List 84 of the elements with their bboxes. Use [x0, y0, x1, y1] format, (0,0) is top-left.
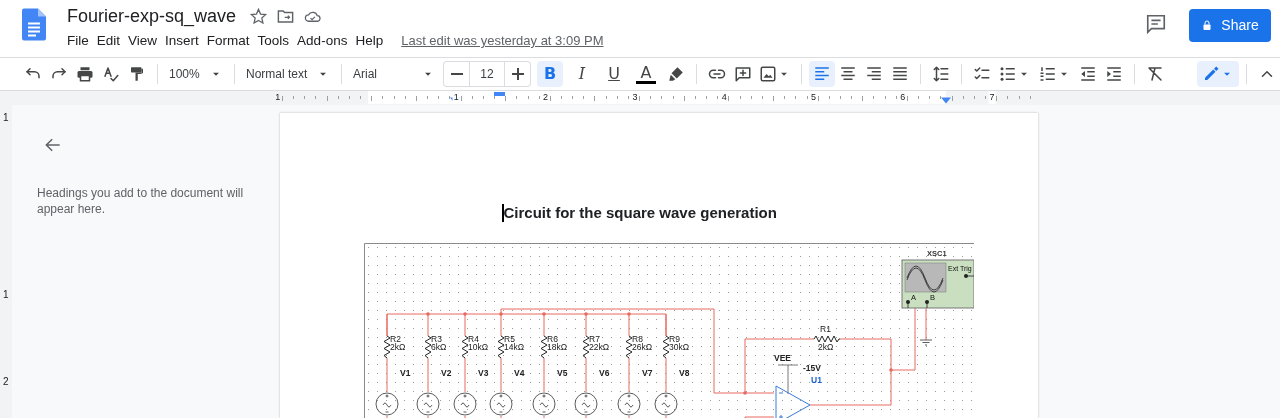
bulleted-list-icon — [999, 65, 1017, 83]
resistor-label: R2 — [390, 333, 401, 344]
source-label: V8 — [679, 367, 690, 378]
increase-indent-icon — [1105, 65, 1123, 83]
minus-icon — [450, 73, 463, 75]
resistor-value: 26kΩ — [632, 341, 653, 352]
resistor-value: 22kΩ — [589, 341, 610, 352]
source-label: V3 — [478, 367, 489, 378]
menu-item[interactable]: Help — [351, 31, 388, 52]
share-button[interactable]: Share — [1189, 9, 1271, 42]
resistor-label: R9 — [669, 333, 680, 344]
menu-item[interactable]: File — [63, 31, 93, 52]
add-comment-icon — [734, 65, 752, 83]
bold-button[interactable]: B — [537, 61, 563, 87]
ruler-number: 2 — [3, 377, 9, 387]
align-icon — [865, 65, 883, 83]
image-icon — [759, 65, 777, 83]
resistor-value: 18kΩ — [547, 341, 568, 352]
menu-item[interactable]: Insert — [161, 31, 203, 52]
source-label: V1 — [400, 367, 411, 378]
italic-button[interactable]: I — [569, 61, 595, 87]
menu-item[interactable]: Tools — [253, 31, 294, 52]
resistor-label: R7 — [589, 333, 600, 344]
font-size-field[interactable]: 12 — [469, 61, 505, 87]
supply-label: VEE — [774, 352, 791, 363]
last-edit-link[interactable]: Last edit was yesterday at 3:09 PM — [401, 31, 604, 51]
source-label: V4 — [514, 367, 525, 378]
resistor-value: 14kΩ — [504, 341, 525, 352]
menu-item[interactable]: Edit — [92, 31, 125, 52]
menu-item[interactable]: Format — [202, 31, 254, 52]
resistor-label: R5 — [504, 333, 515, 344]
highlighter-icon — [667, 65, 685, 83]
decrease-indent-icon — [1079, 65, 1097, 83]
comment-icon — [1145, 13, 1167, 35]
pencil-icon — [1202, 65, 1220, 83]
supply-value: -15V — [803, 362, 821, 373]
resistor-value: 2kΩ — [818, 341, 834, 352]
outline-hint-text: Headings you add to the document will appear here. — [37, 185, 245, 217]
docs-logo-icon — [22, 8, 46, 41]
align-icon — [813, 65, 831, 83]
first-line-indent-marker-icon — [494, 92, 505, 96]
spellcheck-icon — [102, 65, 120, 83]
resistor-label: R6 — [547, 333, 558, 344]
increase-size-button[interactable] — [505, 61, 531, 87]
resistor-value: 10kΩ — [468, 341, 489, 352]
text-color-button[interactable]: A — [633, 61, 659, 87]
align-icon — [839, 65, 857, 83]
document-heading: Circuit for the square wave generation — [503, 203, 777, 223]
paint-roller-icon — [128, 65, 146, 83]
align-icon — [891, 65, 909, 83]
resistor-label: R4 — [468, 333, 479, 344]
numbered-list-icon — [1039, 65, 1057, 83]
resistor-label: R1 — [820, 323, 831, 334]
menu-item[interactable]: View — [124, 31, 162, 52]
editing-mode-button[interactable] — [1197, 61, 1239, 87]
clear-formatting-icon — [1146, 65, 1164, 83]
zoom-dropdown[interactable]: 100% — [165, 61, 227, 87]
text-cursor — [502, 204, 504, 223]
ruler-number: 1 — [452, 91, 460, 104]
resistor-value: 2kΩ — [390, 341, 406, 352]
resistor-value: 30kΩ — [669, 341, 690, 352]
resistor-label: R3 — [431, 333, 442, 344]
source-label: V7 — [642, 367, 653, 378]
align-left-button[interactable] — [809, 61, 835, 87]
opamp-label: U1 — [811, 374, 822, 385]
source-label: V5 — [557, 367, 568, 378]
source-label: V6 — [599, 367, 610, 378]
resistor-label: R8 — [632, 333, 643, 344]
style-dropdown[interactable]: Normal text — [242, 61, 334, 87]
ruler-number: 7 — [988, 91, 996, 104]
source-label: V2 — [441, 367, 452, 378]
lock-icon — [1201, 19, 1214, 32]
plus-icon — [511, 68, 524, 80]
font-dropdown[interactable]: Arial — [349, 61, 439, 87]
star-icon — [249, 6, 269, 26]
resistor-value: 6kΩ — [431, 341, 447, 352]
line-spacing-icon — [932, 65, 950, 83]
print-icon — [76, 65, 94, 83]
document-title[interactable]: Fourier-exp-sq_wave — [67, 5, 237, 27]
ruler-number: 1 — [3, 290, 9, 300]
underline-button[interactable]: U — [601, 61, 627, 87]
menu-item[interactable]: Add-ons — [293, 31, 352, 52]
ruler-number: 1 — [3, 113, 9, 123]
right-indent-marker-icon — [941, 97, 951, 104]
